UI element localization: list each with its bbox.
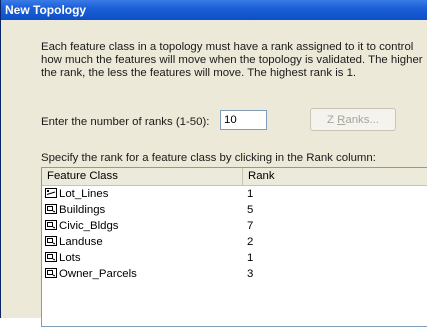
feature-class-name: Lots: [59, 252, 81, 264]
column-header-rank[interactable]: Rank: [243, 168, 427, 185]
z-ranks-label-prefix: Z: [327, 113, 338, 126]
specify-rank-instruction: Specify the rank for a feature class by …: [41, 152, 376, 164]
polygon-feature-class-icon: [45, 268, 57, 278]
table-row[interactable]: Lots 1: [42, 250, 427, 266]
z-ranks-label-suffix: anks...: [345, 113, 379, 126]
table-row[interactable]: Owner_Parcels 3: [42, 266, 427, 282]
feature-class-cell[interactable]: Landuse: [45, 234, 103, 250]
rank-cell[interactable]: 7: [247, 218, 253, 234]
description-text: Each feature class in a topology must ha…: [41, 41, 427, 80]
feature-class-cell[interactable]: Lots: [45, 250, 81, 266]
feature-class-name: Owner_Parcels: [59, 268, 137, 280]
ranks-count-label: Enter the number of ranks (1-50):: [41, 116, 210, 128]
rank-cell[interactable]: 3: [247, 266, 253, 282]
feature-class-name: Buildings: [59, 204, 106, 216]
table-row[interactable]: Civic_Bldgs 7: [42, 218, 427, 234]
polygon-feature-class-icon: [45, 236, 57, 246]
list-header: Feature Class Rank: [42, 168, 427, 186]
table-row[interactable]: Lot_Lines 1: [42, 186, 427, 202]
feature-class-cell[interactable]: Owner_Parcels: [45, 266, 137, 282]
rank-cell[interactable]: 2: [247, 234, 253, 250]
rank-cell[interactable]: 1: [247, 250, 253, 266]
polygon-feature-class-icon: [45, 220, 57, 230]
ranks-count-input[interactable]: [220, 110, 267, 130]
column-header-feature-class[interactable]: Feature Class: [42, 168, 243, 185]
description-line: how much the features will move when the…: [41, 54, 423, 66]
feature-class-cell[interactable]: Lot_Lines: [45, 186, 108, 202]
polygon-feature-class-icon: [45, 252, 57, 262]
rank-cell[interactable]: 5: [247, 202, 253, 218]
z-ranks-button[interactable]: Z Ranks...: [310, 108, 396, 131]
feature-class-name: Civic_Bldgs: [59, 220, 119, 232]
feature-class-cell[interactable]: Civic_Bldgs: [45, 218, 119, 234]
table-row[interactable]: Landuse 2: [42, 234, 427, 250]
window-title: New Topology: [5, 3, 87, 17]
rank-cell[interactable]: 1: [247, 186, 253, 202]
description-line: the rank, the less the features will mov…: [41, 67, 357, 79]
description-line: Each feature class in a topology must ha…: [41, 41, 414, 53]
feature-class-name: Landuse: [59, 236, 103, 248]
new-topology-dialog: New Topology Each feature class in a top…: [0, 0, 427, 327]
title-bar: New Topology: [1, 0, 427, 20]
line-feature-class-icon: [45, 188, 57, 198]
feature-class-rank-list[interactable]: Feature Class Rank Lot_Lines 1 Buildings: [41, 167, 427, 327]
polygon-feature-class-icon: [45, 204, 57, 214]
table-row[interactable]: Buildings 5: [42, 202, 427, 218]
feature-class-name: Lot_Lines: [59, 188, 109, 200]
feature-class-cell[interactable]: Buildings: [45, 202, 105, 218]
